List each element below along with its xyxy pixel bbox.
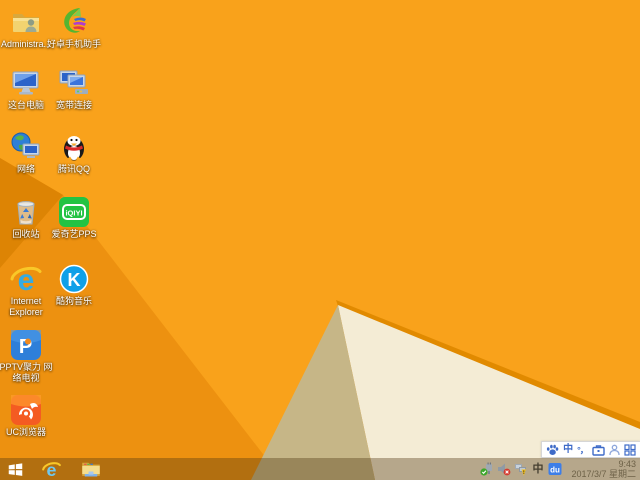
desktop-icon-iqiyi-pps[interactable]: iQIYI 爱奇艺PPS	[45, 196, 103, 240]
desktop-icon-label: 酷狗音乐	[55, 296, 92, 306]
network-globe-icon	[11, 132, 40, 158]
network-warning-icon[interactable]	[514, 462, 528, 476]
ime-panel-grid-icon[interactable]	[624, 442, 636, 457]
windows-logo-icon	[8, 462, 22, 476]
desktop-icon-label: 宽带连接	[55, 100, 92, 110]
ime-mode-toggle[interactable]: 中	[563, 442, 573, 457]
safely-remove-hardware-icon[interactable]	[480, 462, 494, 476]
clock-time: 9:43	[618, 459, 636, 469]
desktop-icon-label: UC浏览器	[6, 427, 46, 437]
phone-assistant-icon	[64, 8, 86, 33]
taskbar-explorer-button[interactable]	[77, 458, 105, 480]
start-button[interactable]	[1, 458, 29, 480]
svg-text:P: P	[19, 336, 32, 358]
desktop-icon-haozhuo-assistant[interactable]: 好卓手机助手	[45, 6, 103, 50]
taskbar-ie-button[interactable]: e	[37, 458, 65, 480]
recycle-bin-icon	[17, 201, 35, 225]
volume-muted-icon[interactable]	[497, 462, 511, 476]
qq-penguin-icon	[64, 136, 84, 161]
ime-punctuation-toggle[interactable]: °，	[577, 442, 589, 457]
desktop-icon-label: 腾讯QQ	[57, 164, 90, 174]
baidu-paw-icon[interactable]	[546, 442, 559, 457]
desktop-icon-tencent-qq[interactable]: 腾讯QQ	[45, 131, 103, 175]
desktop-icon-label: 爱奇艺PPS	[51, 229, 97, 239]
ie-icon: e	[10, 264, 42, 295]
taskbar: e 中 du 9:43 2017/3/7 星期二	[0, 458, 640, 480]
desktop-icon-kugou-music[interactable]: K 酷狗音乐	[45, 263, 103, 307]
svg-text:K: K	[68, 270, 81, 290]
iqiyi-icon: iQIYI	[59, 197, 89, 227]
svg-text:iQIYI: iQIYI	[65, 209, 82, 218]
clock-date: 2017/3/7 星期二	[571, 469, 636, 479]
desktop-icon-broadband[interactable]: 宽带连接	[45, 67, 103, 111]
baidu-ime-language-bar: 中 °，	[541, 441, 640, 458]
taskbar-clock[interactable]: 9:43 2017/3/7 星期二	[571, 459, 636, 479]
ie-icon: e	[41, 460, 61, 479]
ime-user-icon[interactable]	[609, 442, 620, 457]
system-tray: 中 du	[480, 458, 562, 480]
ime-language-indicator[interactable]: 中	[531, 462, 545, 476]
uc-squirrel-icon	[11, 395, 41, 425]
user-folder-icon	[13, 14, 39, 32]
desktop-icon-pptv[interactable]: P PPTV聚力 网络电视	[0, 329, 55, 384]
file-explorer-icon	[82, 462, 100, 477]
desktop-icon-uc-browser[interactable]: UC浏览器	[0, 394, 55, 438]
desktop-icon-label: PPTV聚力 网络电视	[0, 362, 53, 383]
kugou-icon: K	[59, 264, 89, 294]
ime-toolbox-icon[interactable]	[592, 442, 605, 457]
desktop-icon-label: 好卓手机助手	[46, 39, 101, 49]
pptv-icon: P	[11, 330, 41, 360]
baidu-ime-tray-icon[interactable]: du	[548, 462, 562, 476]
svg-text:du: du	[550, 466, 560, 475]
computer-icon	[12, 71, 39, 95]
broadband-connection-icon	[59, 70, 88, 94]
desktop[interactable]: Administra... 好卓手机助手 这台电脑 宽带连接 网络 腾讯QQ 回…	[0, 0, 640, 480]
